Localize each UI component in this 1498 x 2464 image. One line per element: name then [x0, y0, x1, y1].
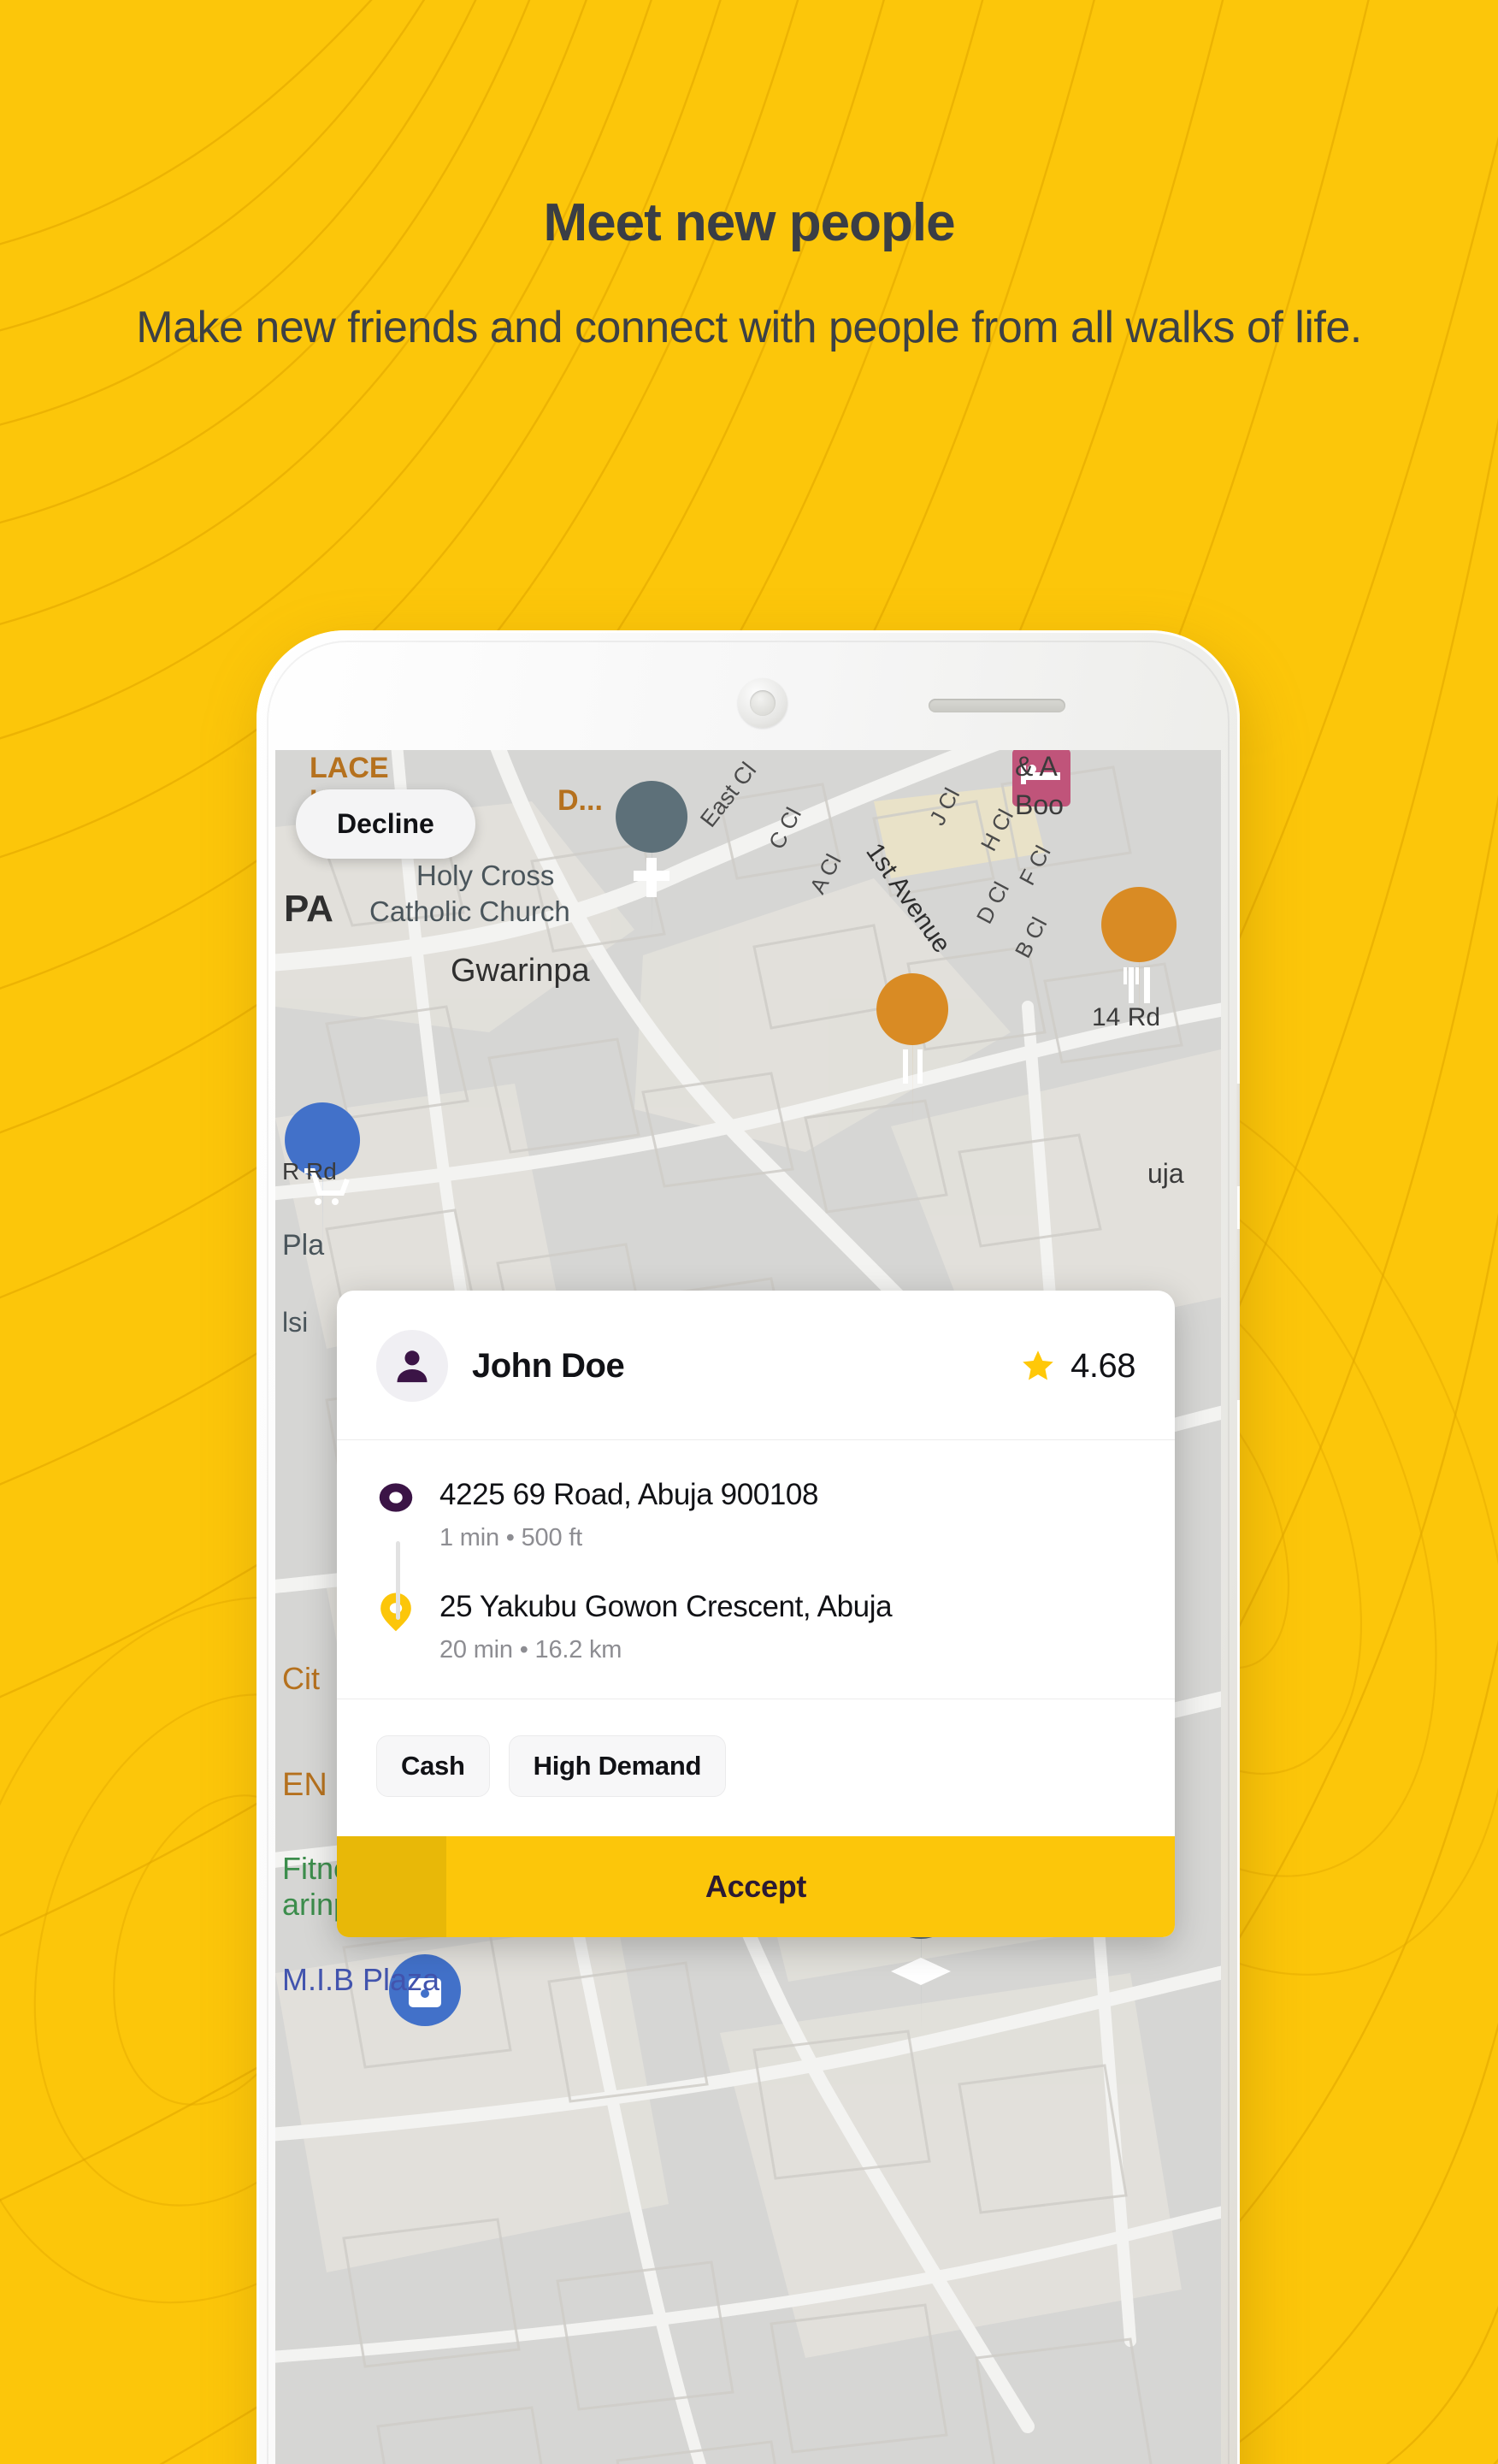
dropoff-address: 25 Yakubu Gowon Crescent, Abuja	[439, 1589, 893, 1623]
page-title: Meet new people	[543, 193, 955, 252]
pickup-stop[interactable]: 4225 69 Road, Abuja 900108 1 min • 500 f…	[376, 1476, 1135, 1552]
volume-up-button[interactable]	[1236, 1084, 1240, 1186]
map-label: LACE	[310, 752, 389, 784]
accept-button[interactable]: Accept	[337, 1835, 1175, 1937]
ride-tag: High Demand	[508, 1734, 727, 1797]
pickup-address: 4225 69 Road, Abuja 900108	[439, 1478, 819, 1511]
decline-button[interactable]: Decline	[296, 789, 475, 859]
ride-tags: Cash High Demand	[337, 1699, 1175, 1836]
phone-top-bezel	[257, 630, 1240, 750]
rating-badge: 4.68	[1019, 1347, 1135, 1386]
map-label: & A	[1015, 751, 1058, 782]
marketing-copy: Meet new people Make new friends and con…	[0, 0, 1498, 355]
avatar[interactable]	[376, 1330, 448, 1402]
dropoff-eta: 20 min • 16.2 km	[439, 1635, 622, 1663]
accept-timer-progress	[337, 1835, 446, 1937]
front-camera-lens-icon	[750, 690, 776, 716]
dropoff-stop[interactable]: 25 Yakubu Gowon Crescent, Abuja 20 min •…	[376, 1588, 1135, 1664]
star-icon	[1023, 1350, 1053, 1380]
rider-identity: John Doe	[376, 1330, 625, 1402]
rating-value: 4.68	[1070, 1346, 1135, 1385]
person-avatar-icon	[397, 1350, 428, 1383]
map-label: Cit	[282, 1661, 320, 1696]
phone-mockup: LACEKUPD...Holy CrossCatholic Church& AB…	[257, 630, 1247, 2464]
map-label: Pla	[282, 1229, 324, 1262]
route-connector	[396, 1541, 400, 1620]
phone-screen: LACEKUPD...Holy CrossCatholic Church& AB…	[275, 750, 1221, 2464]
ride-request-card: John Doe 4.68 4225 69 Road, Abuja 900108…	[337, 1291, 1175, 1937]
map-label: Holy Cross	[416, 860, 554, 891]
map-label: D...	[557, 784, 603, 817]
map-label: Boo	[1015, 789, 1064, 820]
page-subtitle: Make new friends and connect with people…	[136, 303, 1362, 352]
map-label: lsi	[282, 1307, 308, 1338]
pickup-dot-icon	[376, 1476, 416, 1516]
pickup-eta: 1 min • 500 ft	[439, 1523, 582, 1551]
ride-tag: Cash	[376, 1734, 490, 1797]
volume-down-button[interactable]	[1236, 1229, 1240, 1400]
map-label: 14 Rd	[1092, 1003, 1160, 1031]
route-row: 4225 69 Road, Abuja 900108 1 min • 500 f…	[337, 1440, 1175, 1699]
accept-button-label: Accept	[705, 1868, 807, 1904]
rider-row: John Doe 4.68	[337, 1291, 1175, 1440]
map-label: Gwarinpa	[451, 953, 590, 989]
map-label: M.I.B Plaza	[282, 1962, 440, 1997]
phone-body: LACEKUPD...Holy CrossCatholic Church& AB…	[257, 630, 1240, 2464]
earpiece-speaker-icon	[929, 699, 1065, 712]
map-label: Catholic Church	[369, 895, 570, 927]
rider-name: John Doe	[472, 1346, 625, 1385]
map-label: uja	[1147, 1158, 1184, 1189]
map-label: PA	[284, 888, 333, 930]
map-label: R Rd	[282, 1158, 337, 1185]
